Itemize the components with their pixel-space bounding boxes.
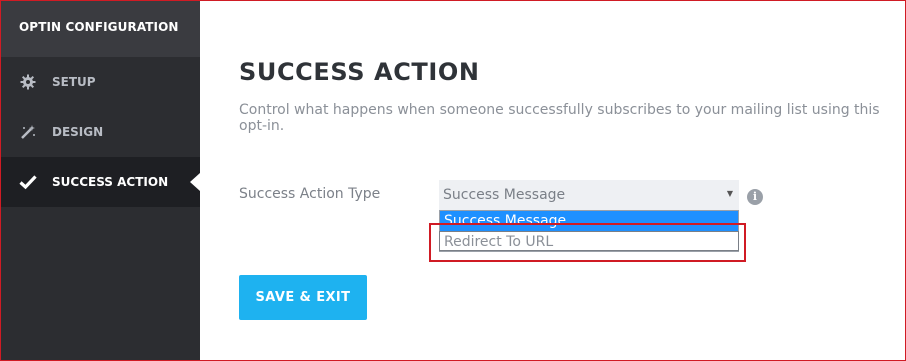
main-content: SUCCESS ACTION Control what happens when… xyxy=(200,1,905,360)
chevron-down-icon: ▼ xyxy=(726,189,733,198)
sidebar-item-label: SETUP xyxy=(52,75,96,89)
gear-icon xyxy=(19,73,37,91)
app-frame: OPTIN CONFIGURATION SETUP DESIGN SUCCESS… xyxy=(0,0,906,361)
sidebar-title: OPTIN CONFIGURATION xyxy=(1,1,200,57)
sidebar-item-design[interactable]: DESIGN xyxy=(1,107,200,157)
page-description: Control what happens when someone succes… xyxy=(239,102,880,134)
success-action-type-select[interactable]: Success Message ▼ xyxy=(439,180,739,210)
success-action-type-label: Success Action Type xyxy=(239,186,381,202)
select-value: Success Message xyxy=(443,187,566,203)
info-icon[interactable]: i xyxy=(747,189,763,205)
page-title: SUCCESS ACTION xyxy=(239,58,480,86)
magic-wand-icon xyxy=(19,123,37,141)
sidebar-item-label: DESIGN xyxy=(52,125,104,139)
sidebar-item-setup[interactable]: SETUP xyxy=(1,57,200,107)
sidebar-item-label: SUCCESS ACTION xyxy=(52,175,169,189)
sidebar: OPTIN CONFIGURATION SETUP DESIGN SUCCESS… xyxy=(1,1,200,360)
save-exit-button[interactable]: SAVE & EXIT xyxy=(239,275,367,320)
highlight-annotation-box xyxy=(429,223,746,262)
sidebar-item-success-action[interactable]: SUCCESS ACTION xyxy=(1,157,200,207)
checkmark-icon xyxy=(19,173,37,191)
